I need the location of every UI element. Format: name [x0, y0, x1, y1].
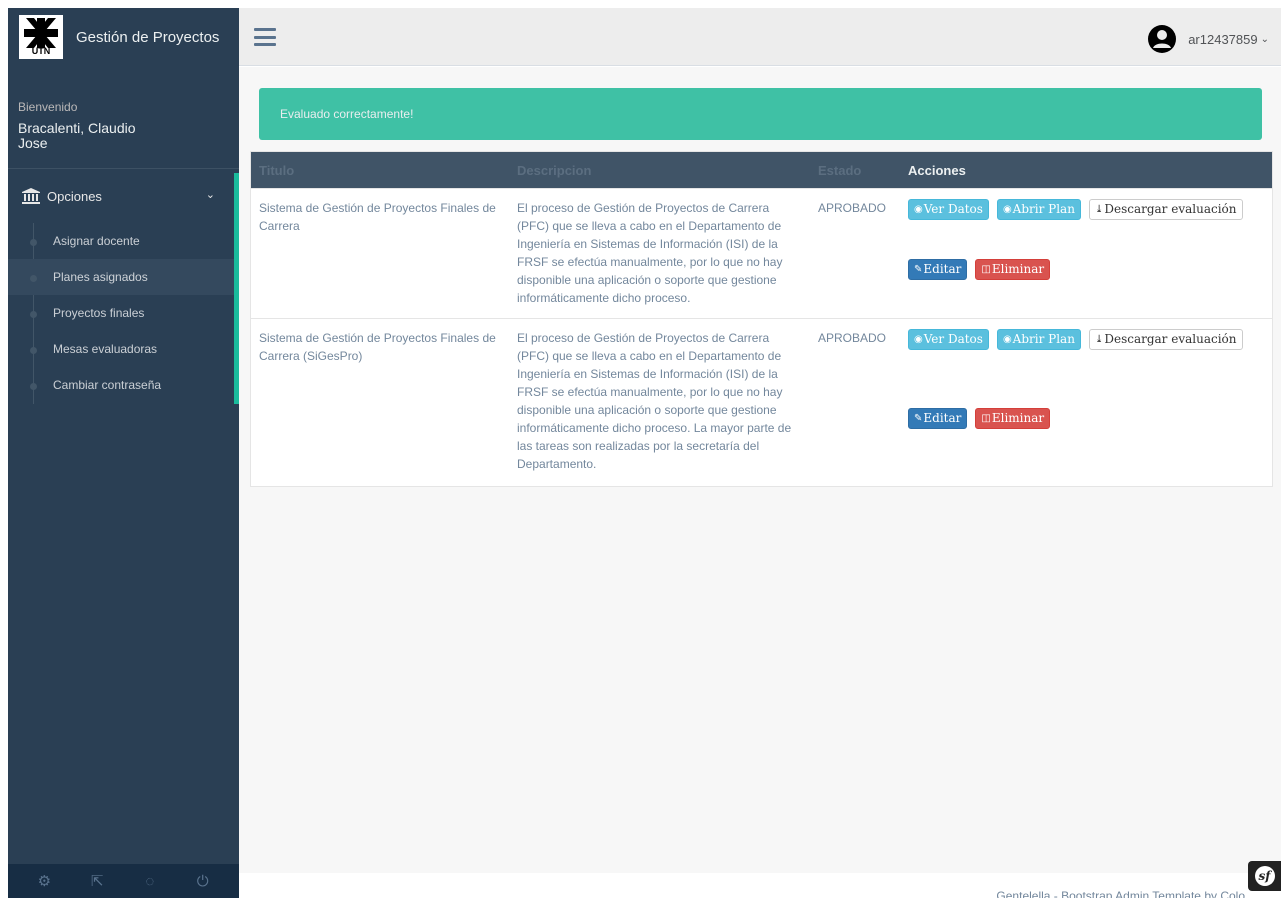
- logo-text: UTN: [31, 46, 51, 56]
- chevron-down-icon: ⌄: [1260, 33, 1269, 45]
- power-icon[interactable]: ⏻: [183, 873, 223, 890]
- header-estado: Estado: [818, 162, 862, 178]
- brand[interactable]: UTN Gestión de Proyectos: [8, 8, 239, 66]
- sidebar-item-label: Proyectos finales: [53, 306, 145, 320]
- footer-text: Gentelella - Bootstrap Admin Template by…: [996, 889, 1245, 898]
- trash-icon: ◫: [981, 412, 991, 424]
- button-label: Ver Datos: [923, 332, 983, 346]
- cell-titulo: Sistema de Gestión de Proyectos Finales …: [259, 331, 496, 363]
- eliminar-button[interactable]: ◫ Eliminar: [975, 258, 1051, 280]
- utn-emblem-icon: [24, 18, 58, 48]
- sidebar-item-label: Asignar docente: [53, 234, 140, 248]
- plans-table: Titulo Descripcion Estado Acciones Siste…: [250, 151, 1273, 487]
- bullet-icon: [30, 383, 37, 390]
- button-label: Editar: [923, 261, 962, 276]
- profile-name: Bracalenti, Claudio Jose: [18, 120, 136, 151]
- sidebar-item-planes-asignados[interactable]: Planes asignados: [8, 259, 234, 295]
- eliminar-button[interactable]: ◫ Eliminar: [975, 407, 1051, 429]
- sidebar-footer: ⚙ ⇱ ◌ ⏻: [8, 864, 239, 898]
- success-alert: Evaluado correctamente!: [259, 88, 1262, 140]
- sidebar-item-mesas-evaluadoras[interactable]: Mesas evaluadoras: [8, 331, 234, 367]
- abrir-plan-button[interactable]: ◉ Abrir Plan: [996, 199, 1081, 220]
- header-acciones: Acciones: [908, 162, 966, 178]
- user-avatar-icon: [1148, 25, 1177, 53]
- sidebar-section-label: Opciones: [47, 188, 102, 204]
- bullet-icon: [30, 347, 37, 354]
- ver-datos-button[interactable]: ◉ Ver Datos: [908, 199, 989, 220]
- cell-acciones: ◉ Ver Datos ◉ Abrir Plan ⤓ Descargar evalua…: [900, 199, 1272, 318]
- table-row: Sistema de Gestión de Proyectos Finales …: [251, 188, 1272, 318]
- table-header: Titulo Descripcion Estado Acciones: [251, 152, 1272, 188]
- button-label: Descargar evaluación: [1104, 202, 1237, 216]
- app-title: Gestión de Proyectos: [76, 28, 220, 46]
- welcome-text: Bienvenido: [18, 100, 78, 114]
- eye-icon: ◉: [914, 204, 923, 215]
- eye-icon: ◉: [1002, 204, 1012, 215]
- bullet-icon: [30, 275, 37, 282]
- institution-icon: [22, 188, 40, 204]
- button-label: Ver Datos: [923, 202, 983, 216]
- username: ar12437859: [1188, 31, 1258, 47]
- top-nav: ar12437859 ⌄: [239, 8, 1281, 66]
- lock-icon[interactable]: ◌: [130, 873, 170, 890]
- button-label: Eliminar: [991, 410, 1045, 425]
- eye-icon: ◉: [1002, 334, 1012, 345]
- cell-descripcion: El proceso de Gestión de Proyectos de Ca…: [517, 331, 792, 471]
- sidebar-item-asignar-docente[interactable]: Asignar docente: [8, 223, 234, 259]
- symfony-toolbar-icon[interactable]: sf: [1248, 861, 1281, 891]
- user-menu[interactable]: ar12437859 ⌄: [1147, 24, 1269, 54]
- cell-descripcion: El proceso de Gestión de Proyectos de Ca…: [517, 201, 783, 305]
- cell-estado: APROBADO: [818, 201, 887, 215]
- download-icon: ⤓: [1094, 204, 1104, 215]
- sidebar-item-label: Mesas evaluadoras: [53, 342, 158, 356]
- sidebar-item-label: Cambiar contraseña: [53, 378, 162, 392]
- trash-icon: ◫: [981, 263, 991, 275]
- menu-toggle-icon[interactable]: [254, 28, 276, 46]
- sidebar-item-label: Planes asignados: [53, 270, 148, 284]
- cell-estado: APROBADO: [818, 331, 887, 345]
- abrir-plan-button[interactable]: ◉ Abrir Plan: [996, 329, 1081, 350]
- settings-icon[interactable]: ⚙: [24, 872, 64, 890]
- main-content: Evaluado correctamente! Titulo Descripci…: [239, 67, 1281, 873]
- button-label: Editar: [923, 410, 962, 425]
- button-label: Abrir Plan: [1012, 202, 1075, 216]
- editar-button[interactable]: ✎ Editar: [908, 407, 968, 429]
- cell-titulo: Sistema de Gestión de Proyectos Finales …: [259, 201, 496, 233]
- cell-acciones: ◉ Ver Datos ◉ Abrir Plan ⤓ Descargar evalua…: [900, 329, 1272, 486]
- header-descripcion: Descripcion: [517, 162, 592, 178]
- pencil-icon: ✎: [914, 412, 923, 424]
- ver-datos-button[interactable]: ◉ Ver Datos: [908, 329, 989, 350]
- page-footer: Gentelella - Bootstrap Admin Template by…: [239, 873, 1281, 898]
- chevron-down-icon: ⌄: [205, 189, 215, 201]
- utn-logo: UTN: [19, 15, 63, 59]
- bullet-icon: [30, 239, 37, 246]
- pencil-icon: ✎: [914, 263, 923, 275]
- header-titulo: Titulo: [259, 162, 295, 178]
- profile-info: Bienvenido Bracalenti, Claudio Jose: [8, 66, 239, 170]
- sidebar-divider: [8, 168, 239, 169]
- editar-button[interactable]: ✎ Editar: [908, 258, 968, 280]
- download-icon: ⤓: [1094, 334, 1104, 345]
- table-row: Sistema de Gestión de Proyectos Finales …: [251, 318, 1272, 486]
- button-label: Abrir Plan: [1012, 332, 1075, 346]
- descargar-evaluacion-button[interactable]: ⤓ Descargar evaluación: [1088, 199, 1243, 220]
- sidebar-submenu: Asignar docente Planes asignados Proyect…: [8, 223, 234, 404]
- sidebar-item-cambiar-contrasena[interactable]: Cambiar contraseña: [8, 367, 234, 403]
- bullet-icon: [30, 311, 37, 318]
- sidebar-item-proyectos-finales[interactable]: Proyectos finales: [8, 295, 234, 331]
- fullscreen-icon[interactable]: ⇱: [77, 872, 117, 890]
- button-label: Eliminar: [991, 261, 1045, 276]
- descargar-evaluacion-button[interactable]: ⤓ Descargar evaluación: [1088, 329, 1243, 350]
- alert-message: Evaluado correctamente!: [280, 107, 414, 121]
- sidebar-section-opciones[interactable]: Opciones ⌄: [8, 174, 239, 218]
- eye-icon: ◉: [914, 334, 923, 345]
- button-label: Descargar evaluación: [1104, 332, 1237, 346]
- sidebar: UTN Gestión de Proyectos Bienvenido Brac…: [8, 8, 239, 898]
